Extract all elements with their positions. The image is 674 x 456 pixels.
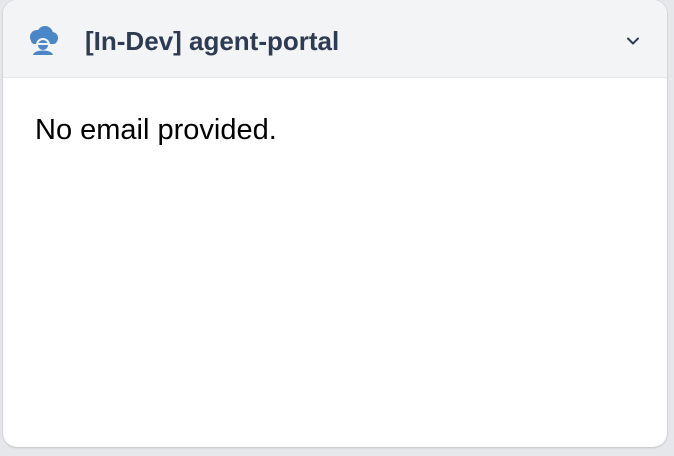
empty-email-message: No email provided. [35, 114, 277, 146]
chevron-down-icon[interactable] [622, 30, 644, 52]
card-header[interactable]: [In-Dev] agent-portal [3, 0, 667, 78]
panel-title: [In-Dev] agent-portal [85, 26, 340, 56]
cloud-user-icon [25, 24, 61, 56]
agent-portal-card: [In-Dev] agent-portal No email provided. [3, 0, 667, 447]
